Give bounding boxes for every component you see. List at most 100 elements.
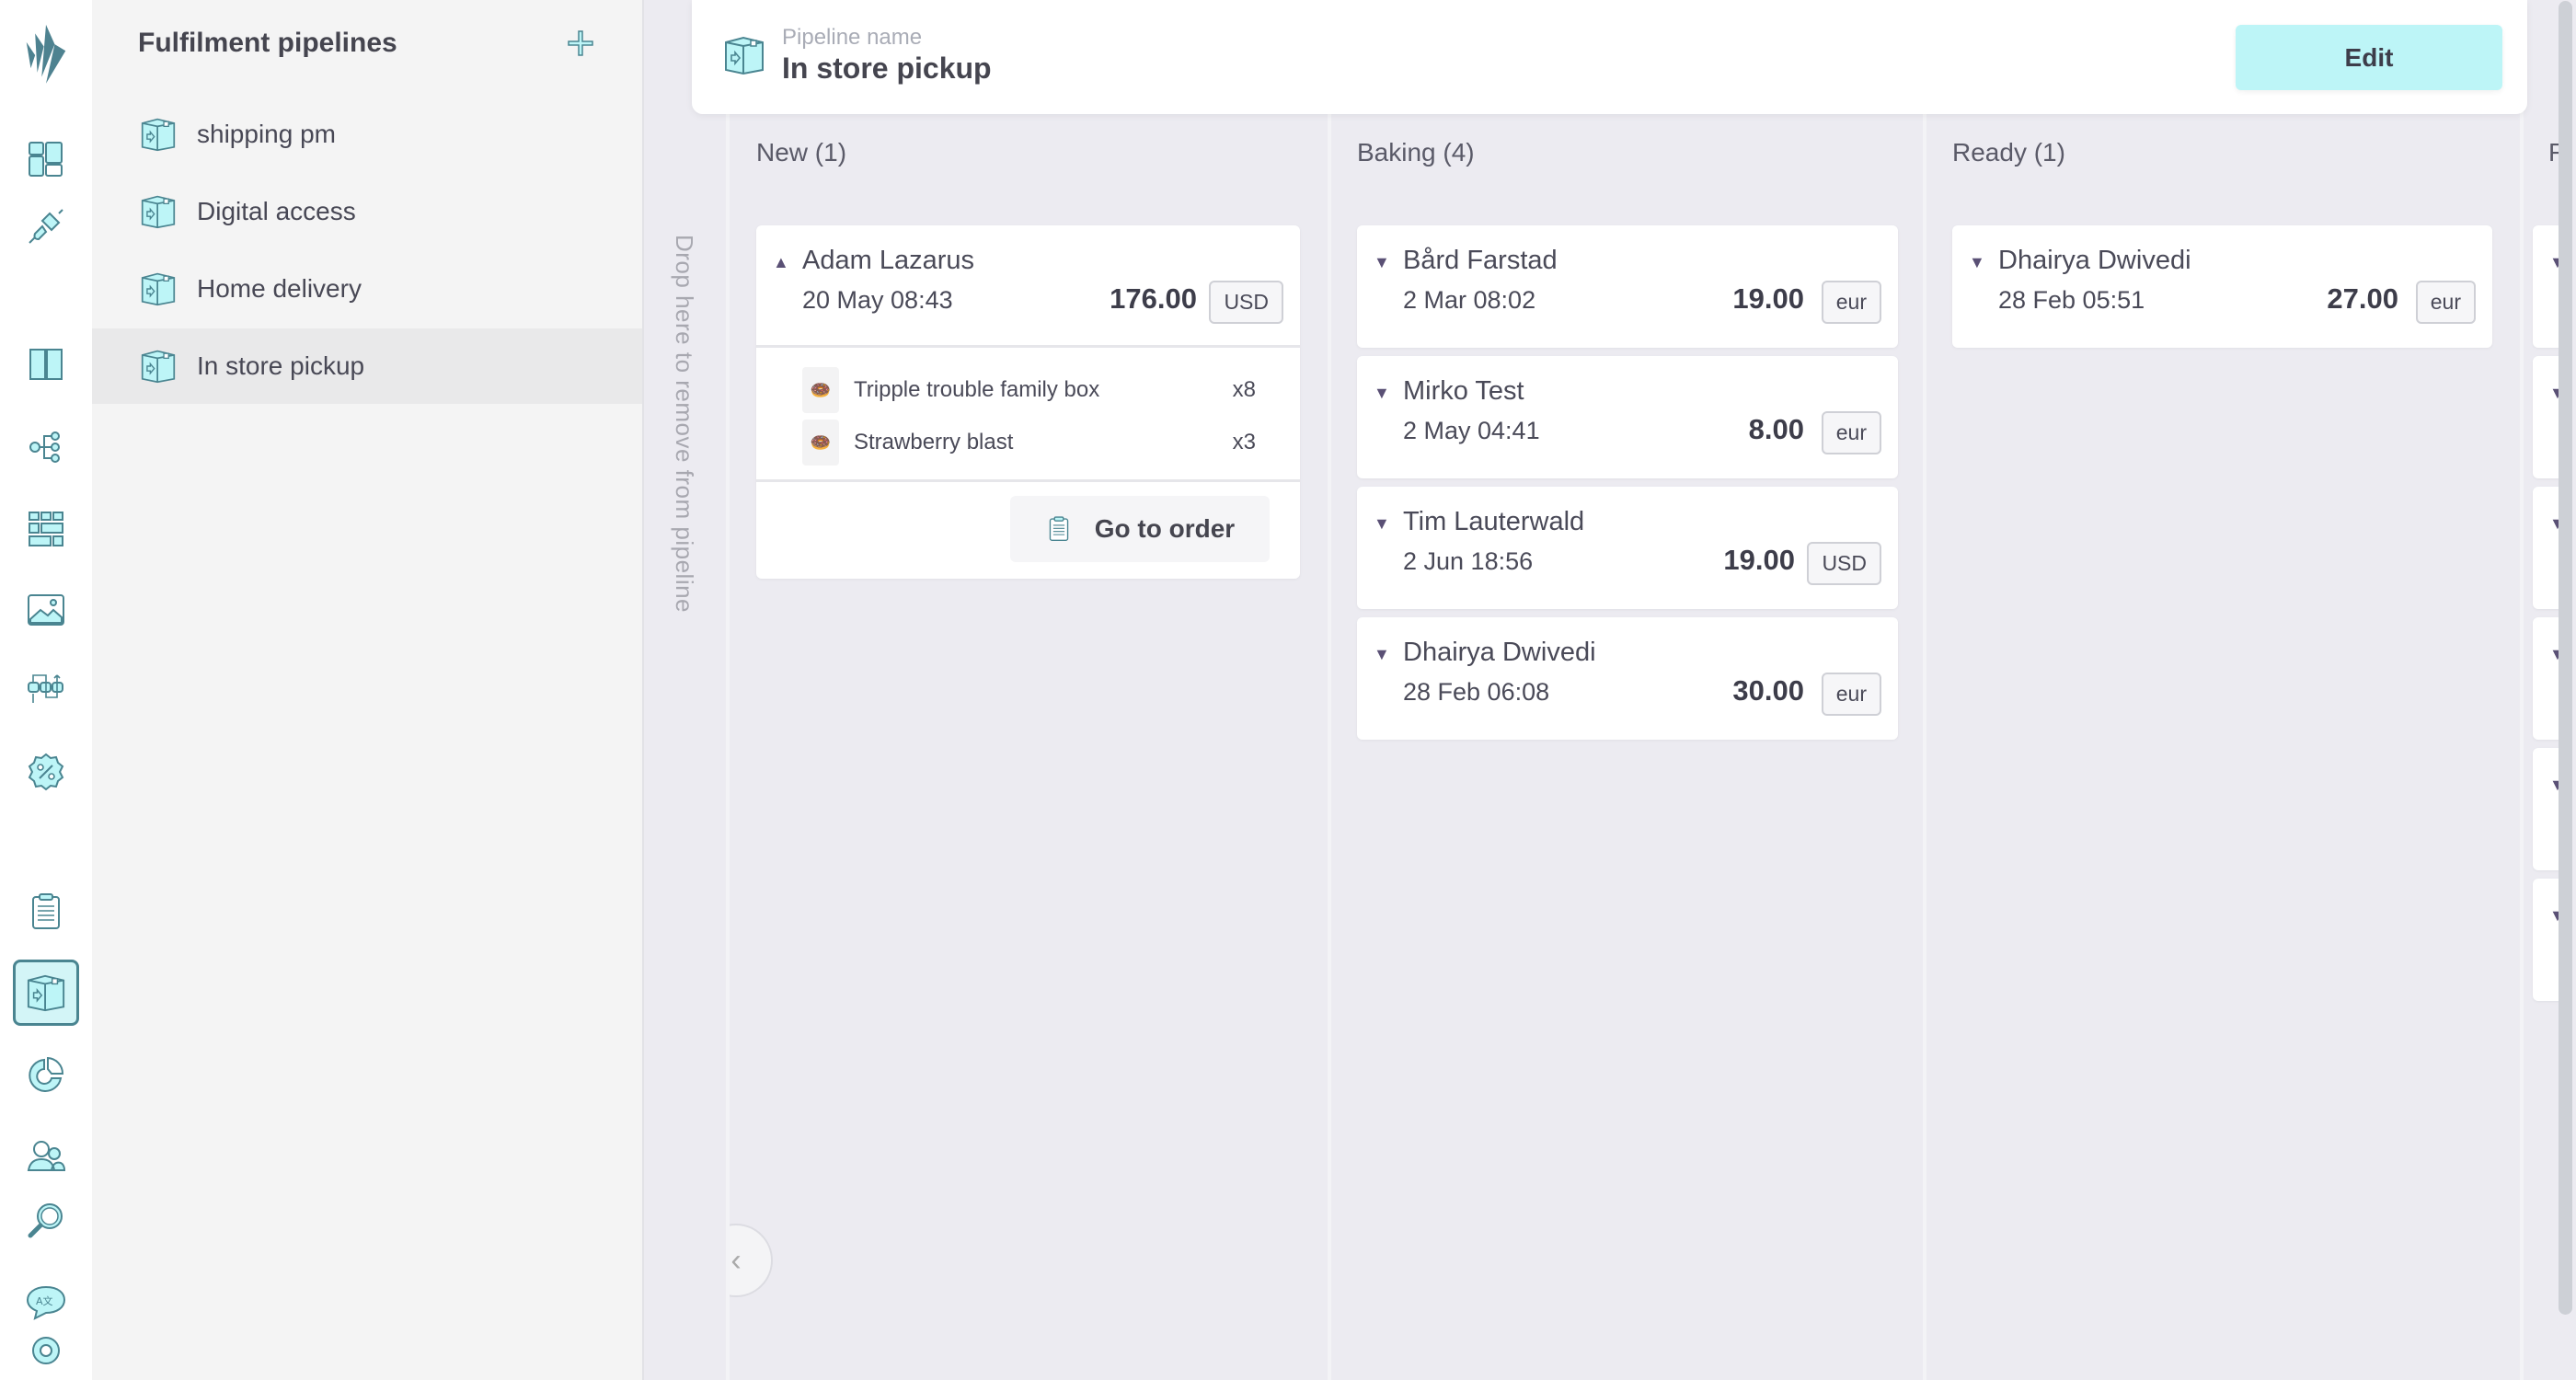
box-icon [141,272,176,306]
grid-icon [29,512,63,546]
expand-icon[interactable]: ▼ [1374,384,1390,403]
add-pipeline-icon[interactable] [567,29,594,57]
box-icon [141,350,176,384]
translate-icon: A文 [26,1285,66,1320]
svg-text:A文: A文 [36,1294,53,1307]
sidebar-item[interactable]: shipping pm [92,97,642,172]
order-date: 28 Feb 06:08 [1403,678,1550,706]
box-icon [141,195,176,229]
sidebar-item-label: Home delivery [197,274,362,303]
logo-icon[interactable] [20,18,72,92]
currency-badge: eur [1821,411,1881,454]
order-amount: 30.00 [1732,674,1804,707]
order-date: 28 Feb 05:51 [1998,286,2145,314]
expand-icon[interactable]: ▼ [1969,253,1985,272]
scrollbar[interactable] [2559,1,2572,1315]
rail-item-image[interactable] [20,584,72,636]
clipboard-icon [1049,516,1068,541]
pipeline-name-label: Pipeline name [782,25,923,50]
product-quantity: x3 [1232,430,1256,454]
rail-item-search[interactable] [20,1195,72,1247]
expand-icon[interactable]: ▼ [1374,645,1390,664]
rail-item-clipboard[interactable] [20,886,72,937]
rail-item-flow[interactable] [20,664,72,716]
customer-name: Tim Lauterwald [1403,507,1585,536]
edit-button[interactable]: Edit [2236,25,2502,90]
expand-icon[interactable]: ▼ [1374,514,1390,534]
currency-badge: eur [2415,281,2476,324]
column-title: Ready (1) [1952,138,2065,167]
currency-badge: eur [1821,281,1881,324]
sidebar-item[interactable]: In store pickup [92,328,642,404]
go-to-order-label: Go to order [1094,514,1236,543]
box-icon [141,118,176,152]
clipboard-icon [32,893,60,929]
remove-dropzone[interactable]: Drop here to remove from pipeline [644,0,730,1380]
product-thumbnail: 🍩 [802,367,839,413]
order-card[interactable]: ▼ Bård Farstad 2 Mar 08:02 19.00 eur [1357,225,1898,348]
customer-name: Dhairya Dwivedi [1998,246,2191,275]
pie-chart-icon [29,1056,64,1092]
rail-item-pie-chart[interactable] [20,1049,72,1100]
customer-name: Mirko Test [1403,376,1524,406]
rail-item-translate[interactable]: A文 [20,1276,72,1328]
rail-item-users[interactable] [20,1130,72,1181]
pipeline-column: New (1) ▲ Adam Lazarus 20 May 08:43 176.00… [733,0,1331,1380]
sidebar-item-label: Digital access [197,197,356,225]
expand-icon[interactable]: ▼ [1374,253,1390,272]
sidebar-item-label: shipping pm [197,120,336,148]
product-quantity: x8 [1232,377,1256,402]
sidebar-title: Fulfilment pipelines [138,28,397,58]
pipeline-header: Pipeline name In store pickup Edit [692,0,2527,114]
order-amount: 8.00 [1748,413,1804,445]
column-title: New (1) [756,138,847,167]
divider [756,345,1300,348]
currency-badge: USD [1807,542,1881,585]
collapse-icon[interactable]: ▲ [773,253,789,272]
customer-name: Bård Farstad [1403,246,1558,275]
product-thumbnail: 🍩 [802,420,839,466]
sidebar-item[interactable]: Digital access [92,174,642,249]
gear-icon [32,1337,60,1364]
currency-badge: eur [1821,673,1881,716]
pipelines-sidebar: Fulfilment pipelines shipping pm Digital … [92,0,773,1380]
order-line: 🍩 Strawberry blast x3 [802,420,1256,466]
sidebar-item[interactable]: Home delivery [92,251,642,327]
plug-icon [29,209,63,244]
dashboard-icon [29,142,63,177]
image-icon [28,594,64,626]
tree-icon [29,431,60,463]
order-amount: 27.00 [2327,282,2398,315]
rail-item-grid[interactable] [20,503,72,555]
order-amount: 176.00 [1110,282,1197,315]
rail-item-plug[interactable] [20,201,72,252]
order-amount: 19.00 [1723,544,1795,576]
order-line: 🍩 Tripple trouble family box x8 [802,367,1256,413]
divider [756,479,1300,482]
order-card[interactable]: ▼ Dhairya Dwivedi 28 Feb 05:51 27.00 eur [1952,225,2492,348]
pipeline-column: Ready (1) ▼ Dhairya Dwivedi 28 Feb 05:51 2… [1929,0,2524,1380]
icon-rail: A文 [0,0,92,1380]
order-card[interactable]: ▲ Adam Lazarus 20 May 08:43 176.00 USD 🍩 Tr… [756,225,1300,579]
product-name: Strawberry blast [854,430,1014,454]
book-icon [29,349,63,380]
order-date: 2 Jun 18:56 [1403,547,1534,575]
flow-icon [28,674,63,703]
rail-item-discount[interactable] [20,746,72,798]
box-icon [27,974,65,1012]
go-to-order-button[interactable]: Go to order [1010,496,1270,562]
sidebar-item-label: In store pickup [197,351,365,380]
rail-item-gear[interactable] [20,1325,72,1376]
order-card[interactable]: ▼ Tim Lauterwald 2 Jun 18:56 19.00 USD [1357,487,1898,609]
order-card[interactable]: ▼ Mirko Test 2 May 04:41 8.00 eur [1357,356,1898,478]
dropzone-text: Drop here to remove from pipeline [671,235,698,614]
rail-item-dashboard[interactable] [20,133,72,185]
rail-item-tree[interactable] [20,421,72,473]
pipeline-column: Baking (4) ▼ Bård Farstad 2 Mar 08:02 19.0… [1334,0,1926,1380]
box-icon [725,36,764,75]
users-icon [27,1141,66,1171]
rail-item-book[interactable] [20,339,72,390]
column-title: Baking (4) [1357,138,1475,167]
rail-item-box[interactable] [13,960,79,1026]
order-card[interactable]: ▼ Dhairya Dwivedi 28 Feb 06:08 30.00 eur [1357,617,1898,740]
